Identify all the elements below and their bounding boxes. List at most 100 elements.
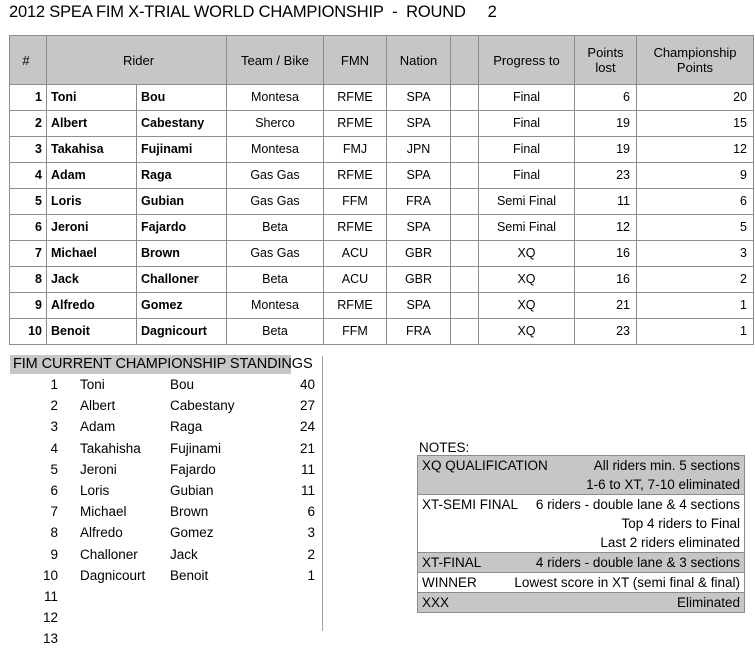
row-last-name: Challoner [136, 266, 227, 293]
standings-position: 13 [42, 631, 58, 647]
row-position: 2 [9, 110, 47, 137]
row-position: 4 [9, 162, 47, 189]
notes-row: XT-FINAL 4 riders - double lane & 3 secti… [417, 552, 745, 573]
notes-row: Top 4 riders to Final [417, 514, 745, 533]
row-first-name: Adam [46, 162, 137, 189]
row-last-name: Fajardo [136, 214, 227, 241]
vertical-divider [322, 356, 323, 631]
list-item: 2 Albert Cabestany 27 [10, 395, 323, 416]
table-row: 5 Loris Gubian Gas Gas FFM FRA Semi Final 11 6 [9, 188, 754, 215]
row-last-name: Dagnicourt [136, 318, 227, 345]
row-progress-to: Final [478, 136, 575, 163]
list-item: 5 Jeroni Fajardo 11 [10, 459, 323, 480]
standings-points: 11 [300, 461, 315, 477]
table-row: 8 Jack Challoner Beta ACU GBR XQ 16 2 [9, 266, 754, 293]
row-nation: FRA [386, 318, 451, 345]
row-championship-points: 1 [636, 292, 754, 319]
row-first-name: Jeroni [46, 214, 137, 241]
notes-cell-inner: 1-6 to XT, 7-10 eliminated [422, 475, 740, 494]
row-championship-points: 20 [636, 84, 754, 111]
standings-last-name [168, 607, 260, 628]
row-team-bike: Montesa [226, 292, 324, 319]
notes-row: XXX Eliminated [417, 592, 745, 613]
standings-position: 4 [50, 440, 58, 456]
standings-position: 9 [50, 546, 58, 562]
notes-table: XQ QUALIFICATION All riders min. 5 sectio… [417, 455, 745, 613]
notes-cell: 1-6 to XT, 7-10 eliminated [417, 475, 745, 495]
points-lost-line2: lost [595, 60, 616, 75]
list-item: 6 Loris Gubian 11 [10, 480, 323, 501]
row-first-name: Loris [46, 188, 137, 215]
notes-row: 1-6 to XT, 7-10 eliminated [417, 475, 745, 495]
row-championship-points: 6 [636, 188, 754, 215]
column-header-championship-points: Championship Points [636, 35, 754, 85]
row-last-name: Raga [136, 162, 227, 189]
list-item: 8 Alfredo Gomez 3 [10, 522, 323, 543]
row-fmn: FFM [323, 188, 387, 215]
row-team-bike: Beta [226, 266, 324, 293]
standings-position: 2 [50, 398, 58, 414]
notes-cell-inner: XQ QUALIFICATION All riders min. 5 sectio… [422, 456, 740, 475]
table-row: 6 Jeroni Fajardo Beta RFME SPA Semi Final 12 5 [9, 214, 754, 241]
standings-first-name: Adam [80, 419, 116, 435]
list-item: 12 [10, 607, 323, 628]
standings-points: 24 [299, 419, 315, 435]
row-team-bike: Beta [226, 214, 324, 241]
row-fmn: FMJ [323, 136, 387, 163]
notes-cell: Last 2 riders eliminated [417, 533, 745, 553]
row-first-name: Alfredo [46, 292, 137, 319]
notes-row-text: Last 2 riders eliminated [600, 535, 740, 550]
row-fmn: FFM [323, 318, 387, 345]
standings-first-name: Albert [80, 398, 116, 414]
row-spacer [450, 214, 479, 241]
column-header-rider: Rider [46, 35, 227, 85]
points-lost-line1: Points [587, 45, 624, 60]
notes-cell: XQ QUALIFICATION All riders min. 5 sectio… [417, 455, 745, 475]
standings-position: 12 [42, 610, 58, 626]
row-team-bike: Gas Gas [226, 162, 324, 189]
standings-position: 6 [50, 483, 58, 499]
standings-first-name: Takahisha [80, 440, 141, 456]
row-position: 3 [9, 136, 47, 163]
notes-row-label: XT-SEMI FINAL [422, 497, 519, 512]
row-position: 5 [9, 188, 47, 215]
notes-cell-inner: WINNER Lowest score in XT (semi final & f… [422, 574, 740, 592]
row-points-lost: 23 [574, 318, 637, 345]
standings-header: FIM CURRENT CHAMPIONSHIP STANDINGS [10, 355, 313, 374]
championship-points-line1: Championship [653, 45, 737, 60]
row-progress-to: Final [478, 84, 575, 111]
column-header-number: # [9, 35, 47, 85]
row-fmn: RFME [323, 162, 387, 189]
row-championship-points: 1 [636, 318, 754, 345]
row-nation: GBR [386, 240, 451, 267]
row-nation: SPA [386, 84, 451, 111]
row-championship-points: 9 [636, 162, 754, 189]
notes-cell-inner: XT-SEMI FINAL 6 riders - double lane & 4 … [422, 495, 740, 514]
list-item: 4 Takahisha Fujinami 21 [10, 438, 323, 459]
column-header-team-bike: Team / Bike [226, 35, 324, 85]
results-table-header: # Rider Team / Bike FMN Nation Progress … [9, 35, 754, 85]
standings-last-name: Jack [170, 546, 198, 562]
standings-points [260, 607, 323, 628]
row-last-name: Fujinami [136, 136, 227, 163]
standings-last-name: Fajardo [170, 461, 216, 477]
table-row: 4 Adam Raga Gas Gas RFME SPA Final 23 9 [9, 162, 754, 189]
notes-row-label: WINNER [422, 575, 477, 590]
row-spacer [450, 266, 479, 293]
standings-last-name: Fujinami [170, 440, 222, 456]
row-first-name: Toni [46, 84, 137, 111]
results-table: # Rider Team / Bike FMN Nation Progress … [9, 35, 754, 345]
list-item: 9 Challoner Jack 2 [10, 544, 323, 565]
list-item: 11 [10, 586, 323, 607]
notes-cell: XXX Eliminated [417, 592, 745, 613]
standings-points: 3 [307, 525, 315, 541]
standings-points [260, 586, 323, 607]
standings-points: 1 [307, 567, 315, 583]
row-spacer [450, 318, 479, 345]
row-spacer [450, 240, 479, 267]
standings-points: 6 [307, 504, 315, 520]
notes-row-label: XQ QUALIFICATION [422, 458, 548, 473]
notes-row-text: All riders min. 5 sections [593, 458, 740, 473]
standings-section: FIM CURRENT CHAMPIONSHIP STANDINGS 1 Toni… [10, 355, 315, 650]
row-points-lost: 16 [574, 240, 637, 267]
